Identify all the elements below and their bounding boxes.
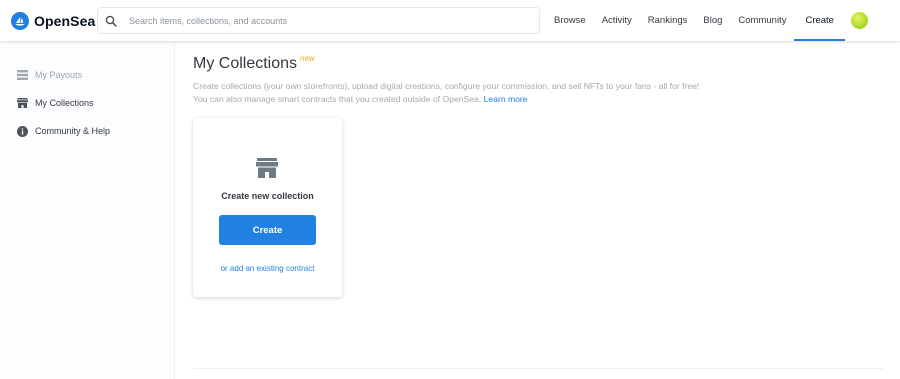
storefront-icon — [17, 98, 28, 109]
info-icon — [17, 125, 28, 137]
sidebar-item-my-collections[interactable]: My Collections — [0, 89, 174, 117]
sidebar-item-label: Community & Help — [35, 126, 111, 136]
main-content: My Collections new Create collections (y… — [175, 41, 900, 379]
nav-create[interactable]: Create — [794, 0, 845, 41]
create-collection-card: Create new collection Create or add an e… — [193, 118, 342, 297]
search-input[interactable] — [129, 15, 529, 26]
brand-name: OpenSea — [34, 12, 96, 29]
description-line-2: You can also manage smart contracts that… — [193, 93, 793, 106]
new-badge: new — [300, 54, 315, 63]
description-text: You can also manage smart contracts that… — [193, 94, 482, 104]
sidebar-item-label: My Collections — [35, 98, 94, 108]
sidebar-item-my-payouts[interactable]: My Payouts — [0, 61, 174, 89]
nav-activity[interactable]: Activity — [594, 0, 640, 41]
nav-rankings[interactable]: Rankings — [640, 0, 696, 41]
divider — [193, 368, 883, 369]
nav-blog[interactable]: Blog — [695, 0, 730, 41]
page-title: My Collections — [193, 55, 298, 72]
create-button[interactable]: Create — [219, 215, 316, 245]
main-nav: Browse Activity Rankings Blog Community … — [546, 0, 845, 41]
search-icon — [105, 14, 119, 28]
sidebar-item-community-help[interactable]: Community & Help — [0, 117, 174, 145]
list-icon — [17, 70, 28, 81]
learn-more-link[interactable]: Learn more — [484, 94, 528, 104]
nav-blog-label: Blog — [703, 15, 723, 26]
top-nav-bar: OpenSea Browse Activity Rankings Blog Co… — [0, 0, 900, 41]
nav-community[interactable]: Community — [730, 0, 794, 41]
page-description: Create collections (your own storefronts… — [193, 80, 793, 106]
search-bar[interactable] — [97, 7, 540, 34]
nav-create-label: Create — [805, 15, 834, 26]
description-line-1: Create collections (your own storefronts… — [193, 81, 700, 91]
nav-activity-label: Activity — [601, 15, 632, 26]
storefront-icon — [256, 158, 278, 178]
nav-community-label: Community — [738, 15, 787, 26]
card-heading: Create new collection — [221, 191, 314, 201]
nav-rankings-label: Rankings — [647, 15, 688, 26]
opensea-logo[interactable]: OpenSea — [11, 11, 97, 30]
opensea-logo-icon — [11, 11, 29, 30]
add-existing-contract-link[interactable]: or add an existing contract — [193, 264, 342, 273]
nav-browse-label: Browse — [554, 15, 586, 26]
title-row: My Collections new — [193, 54, 315, 73]
avatar[interactable] — [850, 12, 868, 29]
nav-browse[interactable]: Browse — [546, 0, 594, 41]
sidebar: My Payouts My Collections Community & He… — [0, 41, 175, 379]
sidebar-item-label: My Payouts — [35, 70, 83, 80]
